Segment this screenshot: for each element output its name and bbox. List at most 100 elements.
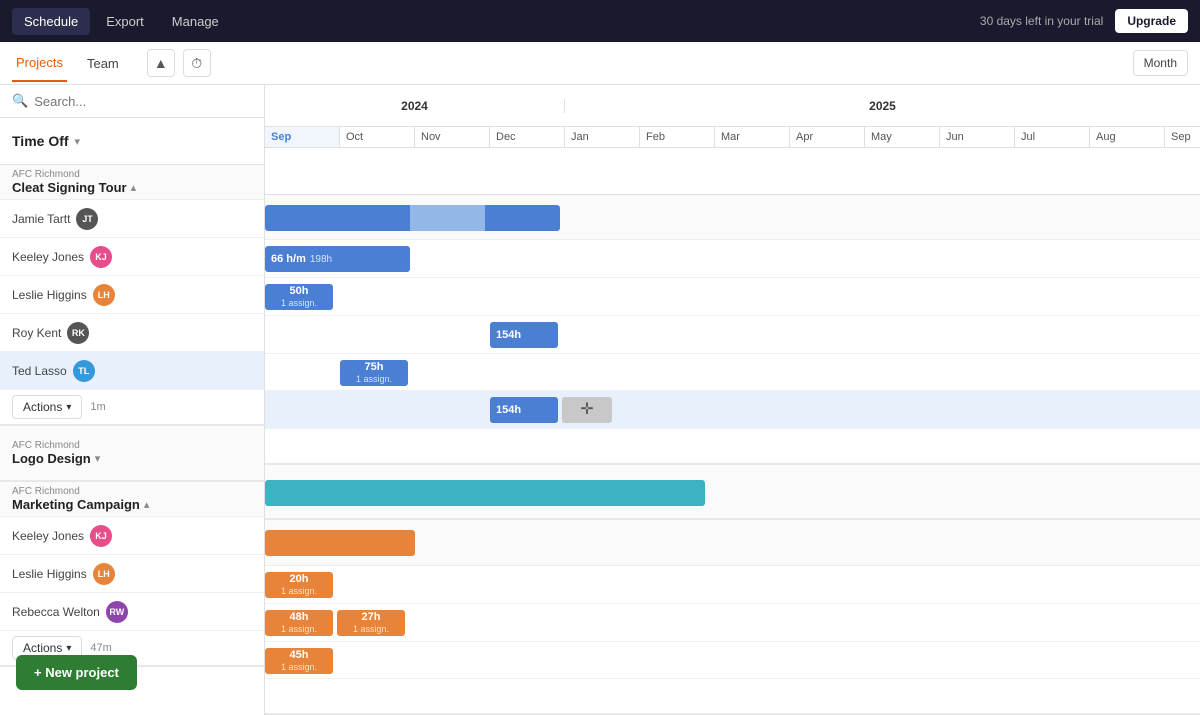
project-org-2: AFC Richmond xyxy=(12,440,252,451)
time-off-collapse-icon[interactable]: ▾ xyxy=(75,135,81,148)
marketing-header-bar[interactable] xyxy=(265,530,415,556)
rk-bar-row: 75h 1 assign. xyxy=(265,354,1200,392)
logo-design-bar[interactable] xyxy=(265,480,705,506)
month-sep: Sep xyxy=(265,127,340,147)
actions-row-1: Actions ▾ 1m xyxy=(0,390,264,426)
year-2025: 2025 xyxy=(565,99,1200,113)
lh2-bar1[interactable]: 48h 1 assign. xyxy=(265,610,333,636)
project-name-1: Cleat Signing Tour xyxy=(12,180,127,195)
nav-manage[interactable]: Manage xyxy=(160,8,231,35)
member-row-jt: Jamie Tartt JT xyxy=(0,200,264,238)
month-jun: Jun xyxy=(940,127,1015,147)
project-2-collapse[interactable]: ▾ xyxy=(95,452,101,465)
month-aug: Aug xyxy=(1090,127,1165,147)
kj2-bar-row: 20h 1 assign. xyxy=(265,566,1200,604)
member-name-kj1: Keeley Jones xyxy=(12,250,84,264)
month-jul: Jul xyxy=(1015,127,1090,147)
months-row: Sep Oct Nov Dec Jan Feb Mar Apr May Jun … xyxy=(265,127,1200,147)
kj2-bar[interactable]: 20h 1 assign. xyxy=(265,572,333,598)
member-row-tl: Ted Lasso TL xyxy=(0,352,264,390)
actions-button-1[interactable]: Actions ▾ xyxy=(12,395,82,419)
lh2-bar-row: 48h 1 assign. 27h 1 assign. xyxy=(265,604,1200,642)
calendar-header: 2024 2025 Sep Oct Nov Dec Jan Feb Mar xyxy=(265,85,1200,148)
actions-time-1: 1m xyxy=(90,401,105,413)
top-nav: Schedule Export Manage 30 days left in y… xyxy=(0,0,1200,42)
month-sep2: Sep xyxy=(1165,127,1200,147)
member-row-rk: Roy Kent RK xyxy=(0,314,264,352)
avatar-lh1: LH xyxy=(93,284,115,306)
tl-bar-row: 154h ✛ xyxy=(265,391,1200,429)
lh1-bar-row: 154h xyxy=(265,316,1200,354)
sidebar: 🔍 Time Off ▾ AFC Richmond Cleat Signing … xyxy=(0,85,265,715)
project-logo-header: AFC Richmond Logo Design ▾ xyxy=(0,426,264,482)
project-name-2: Logo Design xyxy=(12,451,91,466)
year-2024: 2024 xyxy=(265,99,565,113)
month-button[interactable]: Month xyxy=(1133,50,1188,76)
project-marketing-header: AFC Richmond Marketing Campaign ▴ xyxy=(0,482,264,517)
kj1-bar-row: 50h 1 assign. xyxy=(265,278,1200,316)
proj1-bar-seg1[interactable] xyxy=(265,205,410,231)
member-row-kj1: Keeley Jones KJ xyxy=(0,238,264,276)
actions1-bar-row xyxy=(265,429,1200,465)
avatar-jt: JT xyxy=(76,208,98,230)
member-name-tl: Ted Lasso xyxy=(12,364,67,378)
calendar-area: 2024 2025 Sep Oct Nov Dec Jan Feb Mar xyxy=(265,85,1200,715)
member-row-kj2: Keeley Jones KJ xyxy=(0,517,264,555)
jt-bar[interactable]: 66 h/m 198h xyxy=(265,246,410,272)
nav-schedule[interactable]: Schedule xyxy=(12,8,90,35)
month-apr: Apr xyxy=(790,127,865,147)
member-name-rk: Roy Kent xyxy=(12,326,61,340)
project-2-bar-row xyxy=(265,465,1200,521)
member-name-jt: Jamie Tartt xyxy=(12,212,70,226)
proj1-bar-seg3[interactable] xyxy=(485,205,560,231)
month-jan: Jan xyxy=(565,127,640,147)
avatar-tl: TL xyxy=(73,360,95,382)
avatar-rw: RW xyxy=(106,601,128,623)
tab-team[interactable]: Team xyxy=(83,46,123,81)
month-feb: Feb xyxy=(640,127,715,147)
proj1-bar-seg2[interactable] xyxy=(410,205,485,231)
time-off-label: Time Off xyxy=(12,133,69,149)
month-mar: Mar xyxy=(715,127,790,147)
jt-bar-row: 66 h/m 198h xyxy=(265,240,1200,278)
project-3-collapse[interactable]: ▴ xyxy=(144,498,150,511)
new-project-button[interactable]: + New project xyxy=(16,655,137,690)
rw-bar[interactable]: 45h 1 assign. xyxy=(265,648,333,674)
project-marketing-section: AFC Richmond Marketing Campaign ▴ Keeley… xyxy=(0,482,264,667)
actions-chevron-1: ▾ xyxy=(66,402,71,413)
tl-bar1[interactable]: 154h xyxy=(490,397,558,423)
member-name-lh1: Leslie Higgins xyxy=(12,288,87,302)
actions3-bar-row xyxy=(265,679,1200,715)
kj1-bar[interactable]: 50h 1 assign. xyxy=(265,284,333,310)
rk-bar[interactable]: 75h 1 assign. xyxy=(340,360,408,386)
nav-export[interactable]: Export xyxy=(94,8,156,35)
upgrade-button[interactable]: Upgrade xyxy=(1115,9,1188,33)
search-input[interactable] xyxy=(34,94,252,109)
member-row-lh2: Leslie Higgins LH xyxy=(0,555,264,593)
member-name-kj2: Keeley Jones xyxy=(12,529,84,543)
month-dec: Dec xyxy=(490,127,565,147)
project-cleat-header: AFC Richmond Cleat Signing Tour ▴ xyxy=(0,165,264,200)
time-off-bar-row xyxy=(265,148,1200,195)
navigate-prev-icon[interactable]: ▲ xyxy=(147,49,175,77)
member-name-lh2: Leslie Higgins xyxy=(12,567,87,581)
project-org-3: AFC Richmond xyxy=(12,486,252,497)
main-layout: 🔍 Time Off ▾ AFC Richmond Cleat Signing … xyxy=(0,85,1200,715)
header-search-spacer: 2024 2025 xyxy=(265,85,1200,127)
avatar-kj2: KJ xyxy=(90,525,112,547)
member-row-lh1: Leslie Higgins LH xyxy=(0,276,264,314)
project-cleat-section: AFC Richmond Cleat Signing Tour ▴ Jamie … xyxy=(0,165,264,426)
month-nov: Nov xyxy=(415,127,490,147)
search-icon: 🔍 xyxy=(12,93,28,109)
tl-bar2-add[interactable]: ✛ xyxy=(562,397,612,423)
lh2-bar2[interactable]: 27h 1 assign. xyxy=(337,610,405,636)
time-off-section: Time Off ▾ xyxy=(0,118,264,165)
avatar-rk: RK xyxy=(67,322,89,344)
project-1-collapse[interactable]: ▴ xyxy=(131,181,137,194)
lh1-bar[interactable]: 154h xyxy=(490,322,558,348)
avatar-kj1: KJ xyxy=(90,246,112,268)
actions-chevron-3: ▾ xyxy=(66,643,71,654)
tab-projects[interactable]: Projects xyxy=(12,45,67,82)
clock-icon[interactable]: ⏱ xyxy=(183,49,211,77)
trial-text: 30 days left in your trial xyxy=(980,14,1103,28)
